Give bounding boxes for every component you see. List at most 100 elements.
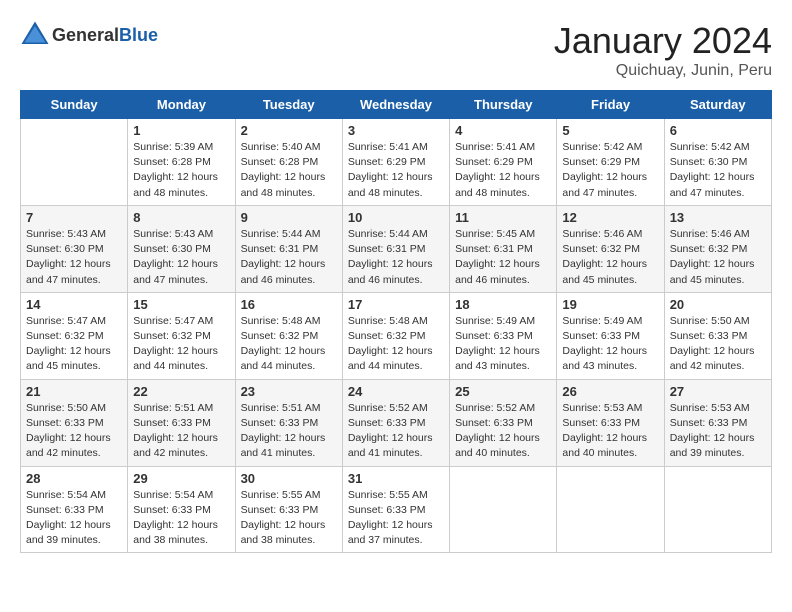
calendar-cell: 6Sunrise: 5:42 AMSunset: 6:30 PMDaylight… <box>664 119 771 206</box>
month-title: January 2024 <box>554 20 772 62</box>
day-info: Sunrise: 5:49 AMSunset: 6:33 PMDaylight:… <box>455 314 551 375</box>
day-info-line: Daylight: 12 hours <box>241 258 326 270</box>
day-info: Sunrise: 5:44 AMSunset: 6:31 PMDaylight:… <box>241 227 337 288</box>
calendar-cell: 15Sunrise: 5:47 AMSunset: 6:32 PMDayligh… <box>128 292 235 379</box>
day-info: Sunrise: 5:46 AMSunset: 6:32 PMDaylight:… <box>670 227 766 288</box>
calendar-cell: 13 Sunrise: 5:46 AMSunset: 6:32 PMDayligh… <box>664 205 771 292</box>
day-info-line: Daylight: 12 hours <box>241 519 326 531</box>
page-header: GeneralBlue January 2024 Quichuay, Junin… <box>20 20 772 80</box>
week-row-4: 21Sunrise: 5:50 AMSunset: 6:33 PMDayligh… <box>21 379 772 466</box>
day-info-line: Sunset: 6:29 PM <box>455 156 533 168</box>
day-info: Sunrise: 5:53 AMSunset: 6:33 PMDaylight:… <box>670 401 766 462</box>
day-info: Sunrise: 5:50 AM Sunset: 6:33 PM Daylight:… <box>670 314 766 375</box>
calendar-cell: 23Sunrise: 5:51 AMSunset: 6:33 PMDayligh… <box>235 379 342 466</box>
day-number: 16 <box>241 297 337 312</box>
calendar-cell: 16 Sunrise: 5:48 AMSunset: 6:32 PMDayligh… <box>235 292 342 379</box>
day-info-line: Daylight: 12 hours <box>670 258 755 270</box>
day-info-line: Sunrise: 5:50 AM <box>670 315 750 327</box>
day-info-line: Sunrise: 5:54 AM <box>26 489 106 501</box>
day-info-line: and 48 minutes. <box>348 187 423 199</box>
day-info-line: and 38 minutes. <box>241 534 316 546</box>
calendar-cell <box>664 466 771 553</box>
day-info: Sunrise: 5:46 AMSunset: 6:32 PMDaylight:… <box>562 227 658 288</box>
day-info-line: Daylight: 12 hours <box>348 171 433 183</box>
day-info-line: Sunrise: 5:49 AM <box>455 315 535 327</box>
day-info-line: Daylight: 12 hours <box>562 432 647 444</box>
week-row-3: 14 Sunrise: 5:47 AMSunset: 6:32 PMDayligh… <box>21 292 772 379</box>
day-info-line: Sunrise: 5:43 AM <box>133 228 213 240</box>
day-info-line: and 45 minutes. <box>26 360 101 372</box>
day-info-line: Sunset: 6:29 PM <box>348 156 426 168</box>
day-info-line: Daylight: 12 hours <box>455 258 540 270</box>
day-info-line: Daylight: 12 hours <box>562 258 647 270</box>
calendar-cell: 28Sunrise: 5:54 AMSunset: 6:33 PMDayligh… <box>21 466 128 553</box>
day-info: Sunrise: 5:52 AMSunset: 6:33 PMDaylight:… <box>348 401 444 462</box>
day-info: Sunrise: 5:55 AMSunset: 6:33 PMDaylight:… <box>241 488 337 549</box>
calendar-cell: 11Sunrise: 5:45 AMSunset: 6:31 PMDayligh… <box>450 205 557 292</box>
calendar-cell: 2Sunrise: 5:40 AMSunset: 6:28 PMDaylight… <box>235 119 342 206</box>
day-info-line: Daylight: 12 hours <box>670 171 755 183</box>
calendar-cell <box>557 466 664 553</box>
calendar-cell: 20Sunrise: 5:50 AMSunset: 6:33 PMDayligh… <box>664 292 771 379</box>
day-info-line: Sunset: 6:31 PM <box>348 243 426 255</box>
day-info-line: and 48 minutes. <box>455 187 530 199</box>
day-info: Sunrise: 5:40 AMSunset: 6:28 PMDaylight:… <box>241 140 337 201</box>
day-info-line: Daylight: 12 hours <box>670 345 755 357</box>
day-info-line: and 42 minutes. <box>670 360 745 372</box>
week-row-5: 28Sunrise: 5:54 AMSunset: 6:33 PMDayligh… <box>21 466 772 553</box>
day-info: Sunrise: 5:41 AMSunset: 6:29 PMDaylight:… <box>455 140 551 201</box>
week-row-1: 1Sunrise: 5:39 AMSunset: 6:28 PMDaylight… <box>21 119 772 206</box>
day-header-saturday: Saturday <box>664 91 771 119</box>
day-info-line: Daylight: 12 hours <box>455 432 540 444</box>
calendar-cell: 12Sunrise: 5:46 AMSunset: 6:32 PMDayligh… <box>557 205 664 292</box>
day-number: 31 <box>348 471 444 486</box>
calendar-cell: 5Sunrise: 5:42 AMSunset: 6:29 PMDaylight… <box>557 119 664 206</box>
day-info-line: and 39 minutes. <box>26 534 101 546</box>
day-info-line: and 44 minutes. <box>348 360 423 372</box>
day-number: 21 <box>26 384 122 399</box>
day-header-monday: Monday <box>128 91 235 119</box>
day-info: Sunrise: 5:47 AMSunset: 6:32 PMDaylight:… <box>26 314 122 375</box>
calendar-cell: 22 Sunrise: 5:51 AMSunset: 6:33 PMDayligh… <box>128 379 235 466</box>
day-info: Sunrise: 5:53 AMSunset: 6:33 PMDaylight:… <box>562 401 658 462</box>
day-number: 14 <box>26 297 122 312</box>
day-info-line: and 41 minutes. <box>348 447 423 459</box>
day-info-line: Daylight: 12 hours <box>562 345 647 357</box>
calendar-cell: 31Sunrise: 5:55 AMSunset: 6:33 PMDayligh… <box>342 466 449 553</box>
day-info: Sunrise: 5:54 AMSunset: 6:33 PMDaylight:… <box>26 488 122 549</box>
day-info: Sunrise: 5:39 AMSunset: 6:28 PMDaylight:… <box>133 140 229 201</box>
day-info-line: Sunrise: 5:51 AM <box>241 402 321 414</box>
day-info: Sunrise: 5:51 AMSunset: 6:33 PMDaylight:… <box>133 401 229 462</box>
day-number: 5 <box>562 123 658 138</box>
day-number: 29 <box>133 471 229 486</box>
day-info-line: Daylight: 12 hours <box>26 432 111 444</box>
day-info-line: and 47 minutes. <box>670 187 745 199</box>
day-number: 27 <box>670 384 766 399</box>
logo-general-text: General <box>52 25 119 45</box>
day-number: 25 <box>455 384 551 399</box>
day-info: Sunrise: 5:44 AMSunset: 6:31 PMDaylight:… <box>348 227 444 288</box>
day-header-sunday: Sunday <box>21 91 128 119</box>
day-info: Sunrise: 5:42 AMSunset: 6:30 PMDaylight:… <box>670 140 766 201</box>
day-info-line: and 43 minutes. <box>455 360 530 372</box>
day-number: 7 <box>26 210 122 225</box>
day-info-line: Sunset: 6:33 PM <box>670 330 748 342</box>
day-number: 11 <box>455 210 551 225</box>
day-info-line: and 46 minutes. <box>241 274 316 286</box>
day-info-line: and 48 minutes. <box>241 187 316 199</box>
day-number: 13 <box>670 210 766 225</box>
day-info-line: Sunset: 6:30 PM <box>26 243 104 255</box>
day-info-line: Daylight: 12 hours <box>241 345 326 357</box>
day-info: Sunrise: 5:48 AMSunset: 6:32 PMDaylight:… <box>241 314 337 375</box>
day-info-line: Sunset: 6:33 PM <box>26 504 104 516</box>
day-number: 22 <box>133 384 229 399</box>
day-info-line: Daylight: 12 hours <box>348 432 433 444</box>
day-info-line: and 37 minutes. <box>348 534 423 546</box>
day-info-line: Sunset: 6:31 PM <box>455 243 533 255</box>
day-number: 15 <box>133 297 229 312</box>
day-info-line: Sunrise: 5:40 AM <box>241 141 321 153</box>
day-number: 17 <box>348 297 444 312</box>
calendar-cell: 21Sunrise: 5:50 AMSunset: 6:33 PMDayligh… <box>21 379 128 466</box>
day-info-line: and 47 minutes. <box>562 187 637 199</box>
title-area: January 2024 Quichuay, Junin, Peru <box>554 20 772 80</box>
